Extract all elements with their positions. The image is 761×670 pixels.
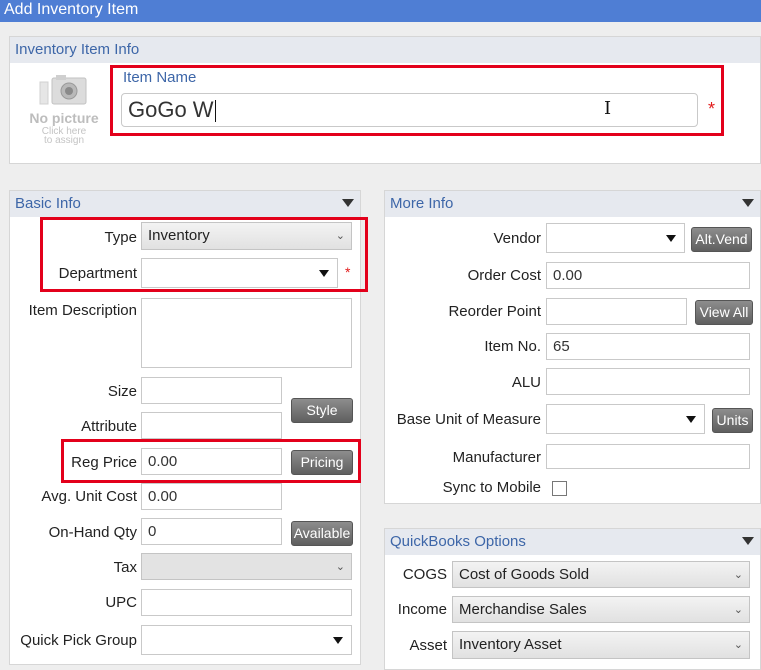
dropdown-arrow-icon xyxy=(319,270,329,277)
no-picture-label: No picture xyxy=(29,110,99,126)
type-label: Type xyxy=(104,229,137,246)
sync-to-mobile-label: Sync to Mobile xyxy=(442,479,541,496)
units-button[interactable]: Units xyxy=(712,408,753,433)
reorder-point-input[interactable] xyxy=(546,298,687,325)
tax-label: Tax xyxy=(113,559,137,576)
quick-pick-group-select[interactable] xyxy=(141,625,352,655)
order-cost-value: 0.00 xyxy=(553,267,583,284)
size-label: Size xyxy=(107,383,137,400)
chevron-down-icon: ⌄ xyxy=(733,569,743,581)
attribute-label: Attribute xyxy=(81,418,137,435)
basic-info-header: Basic Info xyxy=(10,191,360,217)
alt-vend-button[interactable]: Alt.Vend xyxy=(691,227,752,252)
collapse-arrow-icon[interactable] xyxy=(742,537,754,545)
item-name-value: GoGo W xyxy=(128,97,214,122)
reg-price-value: 0.00 xyxy=(148,453,178,470)
order-cost-label: Order Cost xyxy=(467,267,541,284)
type-value: Inventory xyxy=(148,227,210,244)
asset-value: Inventory Asset xyxy=(459,636,562,653)
item-picture[interactable]: No picture Click here to assign xyxy=(24,74,104,154)
income-value: Merchandise Sales xyxy=(459,601,587,618)
vendor-select[interactable] xyxy=(546,223,685,253)
upc-label: UPC xyxy=(105,594,137,611)
item-no-input[interactable]: 65 xyxy=(546,333,750,360)
size-input[interactable] xyxy=(141,377,282,404)
collapse-arrow-icon[interactable] xyxy=(342,199,354,207)
manufacturer-label: Manufacturer xyxy=(452,449,541,466)
avg-unit-cost-input[interactable]: 0.00 xyxy=(141,483,282,510)
alu-input[interactable] xyxy=(546,368,750,395)
chevron-down-icon: ⌄ xyxy=(733,604,743,616)
on-hand-qty-label: On-Hand Qty xyxy=(48,524,137,541)
asset-label: Asset xyxy=(409,637,447,654)
cogs-select[interactable]: Cost of Goods Sold ⌄ xyxy=(452,561,750,588)
type-select[interactable]: Inventory ⌄ xyxy=(141,222,352,250)
manufacturer-input[interactable] xyxy=(546,444,750,469)
department-select[interactable] xyxy=(141,258,338,288)
quick-pick-group-label: Quick Pick Group xyxy=(20,632,137,649)
item-description-label: Item Description xyxy=(28,302,137,319)
collapse-arrow-icon[interactable] xyxy=(742,199,754,207)
chevron-down-icon: ⌄ xyxy=(733,639,743,651)
base-uom-label: Base Unit of Measure xyxy=(396,411,541,428)
item-name-required: * xyxy=(708,99,716,119)
style-button[interactable]: Style xyxy=(291,398,353,423)
tax-select[interactable]: ⌄ xyxy=(141,553,352,580)
base-uom-select[interactable] xyxy=(546,404,705,434)
view-all-button[interactable]: View All xyxy=(695,300,753,325)
cogs-value: Cost of Goods Sold xyxy=(459,566,590,583)
item-description-input[interactable] xyxy=(141,298,352,368)
cogs-label: COGS xyxy=(402,566,447,583)
dropdown-arrow-icon xyxy=(686,416,696,423)
more-info-header: More Info xyxy=(385,191,760,217)
asset-select[interactable]: Inventory Asset ⌄ xyxy=(452,631,750,659)
pricing-button[interactable]: Pricing xyxy=(291,450,353,475)
dropdown-arrow-icon xyxy=(666,235,676,242)
item-no-value: 65 xyxy=(553,338,570,355)
upc-input[interactable] xyxy=(141,589,352,616)
available-button[interactable]: Available xyxy=(291,521,353,546)
vendor-label: Vendor xyxy=(493,230,541,247)
avg-unit-cost-value: 0.00 xyxy=(148,488,178,505)
text-cursor-icon: I xyxy=(604,98,612,119)
department-label: Department xyxy=(58,265,137,282)
department-required: * xyxy=(345,264,351,280)
item-name-label: Item Name xyxy=(123,69,197,86)
alu-label: ALU xyxy=(511,374,541,391)
dropdown-arrow-icon xyxy=(333,637,343,644)
chevron-down-icon: ⌄ xyxy=(335,561,345,573)
reg-price-input[interactable]: 0.00 xyxy=(141,448,282,475)
quickbooks-options-header: QuickBooks Options xyxy=(385,529,760,555)
reg-price-label: Reg Price xyxy=(71,454,137,471)
attribute-input[interactable] xyxy=(141,412,282,439)
income-label: Income xyxy=(397,601,447,618)
camera-icon xyxy=(39,75,87,105)
inventory-item-info-header: Inventory Item Info xyxy=(10,37,760,63)
item-no-label: Item No. xyxy=(484,338,541,355)
click-hint-line2: to assign xyxy=(43,135,85,146)
on-hand-qty-value: 0 xyxy=(148,523,157,540)
chevron-down-icon: ⌄ xyxy=(335,230,345,242)
sync-to-mobile-checkbox[interactable] xyxy=(552,481,567,496)
income-select[interactable]: Merchandise Sales ⌄ xyxy=(452,596,750,623)
item-name-input[interactable]: GoGo W xyxy=(121,93,698,127)
order-cost-input[interactable]: 0.00 xyxy=(546,262,750,289)
window-title: Add Inventory Item xyxy=(0,0,761,22)
reorder-point-label: Reorder Point xyxy=(448,303,541,320)
avg-unit-cost-label: Avg. Unit Cost xyxy=(41,488,137,505)
on-hand-qty-input[interactable]: 0 xyxy=(141,518,282,545)
